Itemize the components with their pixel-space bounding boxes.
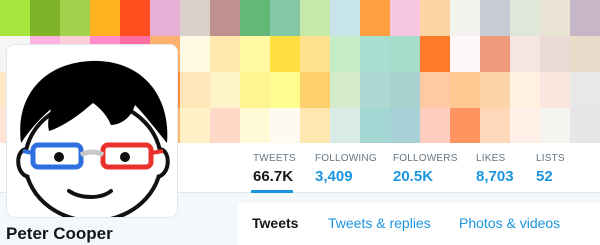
banner-mosaic-tile xyxy=(570,0,600,36)
banner-mosaic-tile xyxy=(210,72,240,108)
tab-tweets-and-replies[interactable]: Tweets & replies xyxy=(328,215,431,231)
banner-mosaic-tile xyxy=(420,72,450,108)
banner-mosaic-tile xyxy=(180,0,210,36)
stat-tweets[interactable]: TWEETS 66.7K xyxy=(251,153,296,193)
banner-mosaic-tile xyxy=(450,0,480,36)
banner-mosaic-tile xyxy=(330,108,360,143)
banner-mosaic-tile xyxy=(0,0,30,36)
tab-tweets[interactable]: Tweets xyxy=(252,215,298,231)
banner-mosaic-tile xyxy=(480,36,510,72)
banner-mosaic-tile xyxy=(390,108,420,143)
stat-tweets-value: 66.7K xyxy=(253,168,294,185)
banner-mosaic-tile xyxy=(390,36,420,72)
banner-mosaic-tile xyxy=(480,72,510,108)
banner-mosaic-tile xyxy=(480,108,510,143)
banner-mosaic-tile xyxy=(300,108,330,143)
banner-mosaic-tile xyxy=(240,108,270,143)
profile-name[interactable]: Peter Cooper xyxy=(6,224,113,244)
banner-mosaic-tile xyxy=(540,72,570,108)
stat-followers-label: FOLLOWERS xyxy=(393,153,458,164)
banner-mosaic-tile xyxy=(330,72,360,108)
avatar-cartoon-face-icon xyxy=(7,45,177,217)
stat-lists-value: 52 xyxy=(536,168,553,185)
banner-mosaic-tile xyxy=(570,108,600,143)
banner-mosaic-tile xyxy=(390,0,420,36)
banner-mosaic-tile xyxy=(150,0,180,36)
banner-mosaic-tile xyxy=(210,0,240,36)
banner-mosaic-tile xyxy=(510,36,540,72)
tab-photos-and-videos[interactable]: Photos & videos xyxy=(459,215,560,231)
banner-mosaic-tile xyxy=(210,108,240,143)
banner-mosaic-tile xyxy=(540,36,570,72)
banner-mosaic-tile xyxy=(360,0,390,36)
banner-mosaic-tile xyxy=(180,108,210,143)
banner-mosaic-tile xyxy=(390,72,420,108)
banner-mosaic-tile xyxy=(180,72,210,108)
banner-mosaic-tile xyxy=(270,36,300,72)
banner-mosaic-tile xyxy=(180,36,210,72)
banner-mosaic-tile xyxy=(420,0,450,36)
banner-mosaic-tile xyxy=(450,72,480,108)
banner-mosaic-tile xyxy=(240,36,270,72)
banner-mosaic-tile xyxy=(540,0,570,36)
banner-mosaic-tile xyxy=(270,108,300,143)
banner-mosaic-tile xyxy=(360,108,390,143)
banner-mosaic-tile xyxy=(420,36,450,72)
banner-mosaic-tile xyxy=(360,36,390,72)
stat-tweets-label: TWEETS xyxy=(253,153,296,164)
banner-mosaic-tile xyxy=(330,0,360,36)
banner-mosaic-tile xyxy=(300,0,330,36)
stat-following[interactable]: FOLLOWING 3,409 xyxy=(313,153,377,193)
banner-mosaic-tile xyxy=(90,0,120,36)
banner-mosaic-tile xyxy=(420,108,450,143)
banner-mosaic-tile xyxy=(270,72,300,108)
stat-following-label: FOLLOWING xyxy=(315,153,377,164)
banner-mosaic-tile xyxy=(30,0,60,36)
banner-mosaic-tile xyxy=(210,36,240,72)
banner-mosaic-tile xyxy=(570,72,600,108)
stat-following-value: 3,409 xyxy=(315,168,353,185)
banner-mosaic-tile xyxy=(450,108,480,143)
stat-followers-value: 20.5K xyxy=(393,168,434,185)
banner-mosaic-tile xyxy=(240,72,270,108)
banner-mosaic-tile xyxy=(450,36,480,72)
stat-likes-label: LIKES xyxy=(476,153,506,164)
banner-mosaic-tile xyxy=(510,108,540,143)
stat-likes-value: 8,703 xyxy=(476,168,514,185)
banner-mosaic-tile xyxy=(510,72,540,108)
profile-tabs: Tweets Tweets & replies Photos & videos xyxy=(238,203,600,245)
profile-avatar[interactable] xyxy=(6,44,178,218)
banner-mosaic-tile xyxy=(480,0,510,36)
banner-mosaic-tile xyxy=(510,0,540,36)
banner-mosaic-tile xyxy=(270,0,300,36)
banner-mosaic-tile xyxy=(570,36,600,72)
banner-mosaic-tile xyxy=(300,72,330,108)
banner-mosaic-tile xyxy=(60,0,90,36)
stat-likes[interactable]: LIKES 8,703 xyxy=(474,153,514,193)
banner-mosaic-tile xyxy=(360,72,390,108)
banner-mosaic-tile xyxy=(240,0,270,36)
stat-lists[interactable]: LISTS 52 xyxy=(534,153,568,193)
banner-mosaic-tile xyxy=(540,108,570,143)
banner-mosaic-tile xyxy=(330,36,360,72)
banner-mosaic-tile xyxy=(300,36,330,72)
stat-lists-label: LISTS xyxy=(536,153,565,164)
stat-followers[interactable]: FOLLOWERS 20.5K xyxy=(391,153,458,193)
banner-mosaic-tile xyxy=(120,0,150,36)
